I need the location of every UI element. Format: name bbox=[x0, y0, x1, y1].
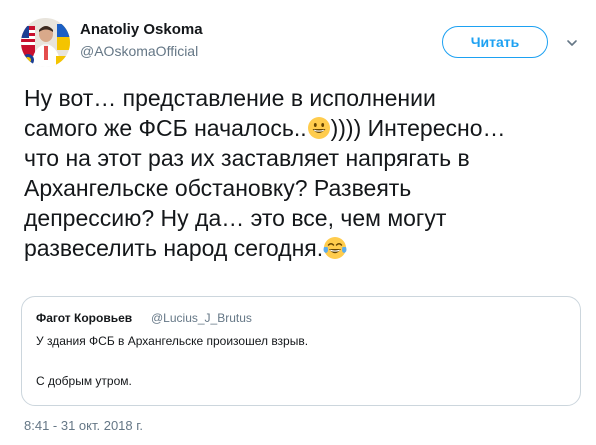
quoted-text: У здания ФСБ в Архангельске произошел вз… bbox=[36, 334, 309, 348]
quoted-text: С добрым утром. bbox=[36, 374, 132, 388]
author-name[interactable]: Anatoliy Oskoma bbox=[80, 21, 203, 38]
tweet-text-line: Ну вот… представление в исполнении bbox=[24, 85, 436, 111]
chevron-down-icon[interactable] bbox=[565, 36, 579, 50]
avatar-image bbox=[21, 18, 70, 67]
face-with-tears-of-joy-icon bbox=[323, 237, 347, 259]
tweet-text-line: самого же ФСБ началось.. )))) Интересно… bbox=[24, 113, 584, 143]
quoted-author-handle: @Lucius_J_Brutus bbox=[151, 311, 252, 325]
tweet-text-line: что на этот раз их заставляет напрягать … bbox=[24, 145, 470, 171]
author-handle[interactable]: @AOskomaOfficial bbox=[80, 43, 198, 59]
quoted-tweet[interactable]: Фагот Коровьев @Lucius_J_Brutus У здания… bbox=[21, 296, 581, 406]
tweet-text-line: развеселить народ сегодня. bbox=[24, 233, 584, 263]
follow-button[interactable]: Читать bbox=[442, 26, 548, 58]
tweet-text: Ну вот… представление в исполнении самог… bbox=[24, 83, 584, 263]
tweet-text-fragment: развеселить народ сегодня. bbox=[24, 235, 324, 261]
grinning-face-icon bbox=[307, 117, 330, 139]
quoted-author-name: Фагот Коровьев bbox=[36, 311, 133, 325]
tweet-text-fragment: )))) Интересно… bbox=[330, 115, 506, 141]
tweet-text-line: депрессию? Ну да… это все, чем могут bbox=[24, 205, 447, 231]
avatar[interactable] bbox=[21, 18, 70, 67]
tweet-text-line: Архангельске обстановку? Развеять bbox=[24, 175, 412, 201]
timestamp[interactable]: 8:41 - 31 окт. 2018 г. bbox=[24, 418, 143, 433]
tweet-text-fragment: самого же ФСБ началось.. bbox=[24, 115, 307, 141]
